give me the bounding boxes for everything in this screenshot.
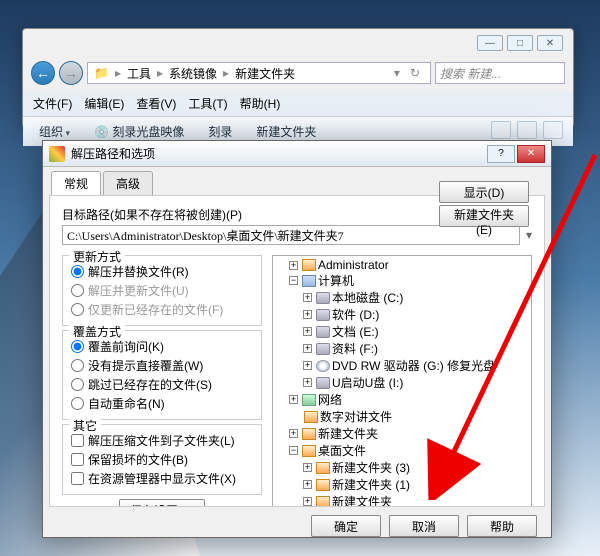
- tree-computer[interactable]: 计算机: [318, 272, 354, 289]
- update-group: 更新方式 解压并替换文件(R) 解压并更新文件(U) 仅更新已经存在的文件(F): [62, 255, 262, 326]
- burn-button[interactable]: 刻录: [202, 121, 238, 142]
- menubar: 文件(F) 编辑(E) 查看(V) 工具(T) 帮助(H): [23, 91, 573, 116]
- dialog-title: 解压路径和选项: [71, 145, 155, 162]
- tree-desktop[interactable]: 桌面文件: [318, 442, 366, 459]
- preview-icon[interactable]: [517, 121, 537, 139]
- tree-drive[interactable]: 本地磁盘 (C:): [332, 289, 403, 306]
- menu-file[interactable]: 文件(F): [33, 95, 72, 112]
- breadcrumb-item[interactable]: 新建文件夹: [233, 65, 297, 82]
- close-button[interactable]: ✕: [537, 35, 563, 51]
- burn-image-button[interactable]: 💿 刻录光盘映像: [88, 121, 190, 142]
- menu-help[interactable]: 帮助(H): [240, 95, 281, 112]
- save-settings-button[interactable]: 保存设置(V): [119, 499, 205, 507]
- breadcrumb[interactable]: 📁▸ 工具▸ 系统镜像▸ 新建文件夹 ▾↻: [87, 62, 431, 84]
- extract-dialog: 解压路径和选项 ? ✕ 常规 高级 目标路径(如果不存在将被创建)(P) ▾ 显…: [42, 140, 552, 538]
- organize-button[interactable]: 组织: [33, 121, 76, 142]
- tree-item[interactable]: 新建文件夹 (3): [332, 459, 410, 476]
- radio-rename[interactable]: 自动重命名(N): [71, 394, 253, 413]
- tree-drive[interactable]: 文档 (E:): [332, 323, 379, 340]
- new-folder-button[interactable]: 新建文件夹(E): [439, 205, 529, 227]
- radio-noprompt[interactable]: 没有提示直接覆盖(W): [71, 356, 253, 375]
- tree-item[interactable]: 数字对讲文件: [320, 408, 392, 425]
- help-icon[interactable]: [543, 121, 563, 139]
- radio-update[interactable]: 解压并更新文件(U): [71, 281, 253, 300]
- dest-path-input[interactable]: [62, 225, 520, 245]
- breadcrumb-item[interactable]: 工具: [125, 65, 153, 82]
- chk-broken[interactable]: 保留损坏的文件(B): [71, 450, 253, 469]
- maximize-button[interactable]: □: [507, 35, 533, 51]
- ok-button[interactable]: 确定: [311, 515, 381, 537]
- tree-item[interactable]: 新建文件夹: [318, 425, 378, 442]
- update-title: 更新方式: [69, 248, 125, 265]
- tree-item[interactable]: 新建文件夹 (1): [332, 476, 410, 493]
- tree-network[interactable]: 网络: [318, 391, 342, 408]
- minimize-button[interactable]: —: [477, 35, 503, 51]
- winrar-icon: [49, 146, 65, 162]
- cancel-button[interactable]: 取消: [389, 515, 459, 537]
- other-title: 其它: [69, 417, 101, 434]
- tree-admin[interactable]: Administrator: [318, 258, 389, 272]
- menu-view[interactable]: 查看(V): [136, 95, 176, 112]
- new-folder-button[interactable]: 新建文件夹: [250, 121, 322, 142]
- tree-item[interactable]: 新建文件夹: [332, 493, 392, 507]
- menu-tools[interactable]: 工具(T): [188, 95, 227, 112]
- back-button[interactable]: ←: [31, 61, 55, 85]
- overwrite-title: 覆盖方式: [69, 323, 125, 340]
- breadcrumb-item[interactable]: 系统镜像: [167, 65, 219, 82]
- explorer-window: — □ ✕ ← → 📁▸ 工具▸ 系统镜像▸ 新建文件夹 ▾↻ 搜索 新建...…: [22, 28, 574, 128]
- dialog-titlebar[interactable]: 解压路径和选项 ? ✕: [43, 141, 551, 167]
- help-button[interactable]: 帮助: [467, 515, 537, 537]
- tab-advanced[interactable]: 高级: [103, 171, 153, 195]
- dialog-close-button[interactable]: ✕: [517, 145, 545, 163]
- tree-drive[interactable]: 资料 (F:): [332, 340, 378, 357]
- search-input[interactable]: 搜索 新建...: [435, 62, 565, 84]
- radio-existing[interactable]: 仅更新已经存在的文件(F): [71, 300, 253, 319]
- folder-tree[interactable]: +Administrator −计算机 +本地磁盘 (C:) +软件 (D:) …: [272, 255, 532, 507]
- display-button[interactable]: 显示(D): [439, 195, 529, 203]
- tree-usb[interactable]: U启动U盘 (I:): [332, 374, 403, 391]
- overwrite-group: 覆盖方式 覆盖前询问(K) 没有提示直接覆盖(W) 跳过已经存在的文件(S) 自…: [62, 330, 262, 420]
- folder-icon: 📁: [92, 66, 111, 80]
- tree-dvd[interactable]: DVD RW 驱动器 (G:) 修复光盘: [332, 357, 495, 374]
- radio-skip[interactable]: 跳过已经存在的文件(S): [71, 375, 253, 394]
- tab-general[interactable]: 常规: [51, 171, 101, 195]
- menu-edit[interactable]: 编辑(E): [84, 95, 124, 112]
- dialog-help-button[interactable]: ?: [487, 145, 515, 163]
- tree-drive[interactable]: 软件 (D:): [332, 306, 379, 323]
- forward-button[interactable]: →: [59, 61, 83, 85]
- view-icon[interactable]: [491, 121, 511, 139]
- other-group: 其它 解压压缩文件到子文件夹(L) 保留损坏的文件(B) 在资源管理器中显示文件…: [62, 424, 262, 495]
- chk-show[interactable]: 在资源管理器中显示文件(X): [71, 469, 253, 488]
